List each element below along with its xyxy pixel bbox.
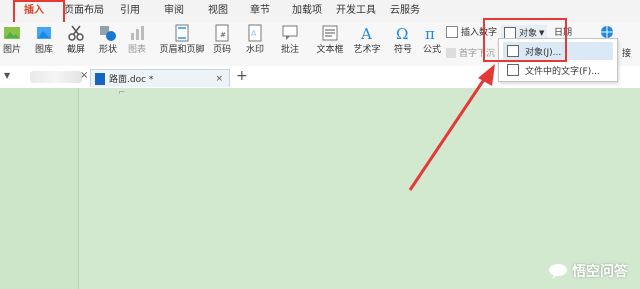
screenshot-button[interactable]: 截屏: [62, 24, 90, 56]
tab-close-icon[interactable]: ×: [215, 74, 223, 84]
svg-text:#: #: [220, 31, 226, 39]
picture-button[interactable]: 图片: [0, 24, 24, 56]
shapes-icon: [100, 26, 116, 41]
tab-developer[interactable]: 开发工具: [336, 4, 376, 18]
watermark-label: 水印: [245, 45, 264, 55]
triangle-down-icon[interactable]: ▼: [4, 71, 10, 80]
watermark-logo: 悟空问答: [548, 261, 628, 281]
picture-label: 图片: [2, 45, 21, 55]
header-footer-button[interactable]: 页眉和页脚: [158, 24, 206, 56]
blurred-title: [30, 71, 82, 83]
margin-line: [78, 88, 79, 289]
page-margin: [0, 88, 78, 289]
svg-text:A: A: [360, 25, 372, 42]
shapes-button[interactable]: 形状: [94, 24, 122, 56]
formula-button[interactable]: π 公式: [420, 24, 444, 56]
symbol-label: 符号: [393, 45, 412, 55]
textbox-icon: [322, 25, 338, 41]
watermark-button[interactable]: A 水印: [240, 24, 270, 56]
svg-text:A: A: [251, 29, 257, 38]
omega-icon: Ω: [396, 25, 408, 42]
watermark-icon: A: [248, 24, 262, 42]
close-icon[interactable]: ×: [80, 70, 88, 81]
gallery-button[interactable]: 图库: [30, 24, 58, 56]
wordart-icon: A: [360, 25, 372, 42]
new-tab-button[interactable]: +: [236, 68, 248, 84]
chat-bubble-icon: [549, 264, 567, 279]
tab-section[interactable]: 章节: [250, 4, 270, 18]
page-number-label: 页码: [212, 45, 231, 55]
comment-button[interactable]: 批注: [278, 24, 302, 56]
tab-cloud[interactable]: 云服务: [390, 4, 420, 18]
tab-document[interactable]: 路面.doc * ×: [90, 69, 230, 87]
partial-button[interactable]: 接: [622, 46, 631, 59]
chart-icon: [131, 26, 144, 40]
word-doc-icon: [95, 72, 105, 85]
gallery-icon: [37, 27, 51, 39]
menu-item-text-from-file[interactable]: 文件中的文字(F)...: [503, 61, 613, 79]
ruler-marker-icon: ⌐: [118, 88, 126, 98]
number-icon: [446, 25, 458, 38]
page-number-icon: #: [215, 24, 229, 42]
header-footer-label: 页眉和页脚: [159, 45, 205, 55]
tab-review[interactable]: 审阅: [164, 4, 184, 18]
globe-icon[interactable]: [600, 25, 614, 39]
textbox-label: 文本框: [316, 45, 344, 55]
shapes-label: 形状: [98, 45, 117, 55]
wordart-button[interactable]: A 艺术字: [352, 24, 382, 56]
annotation-arrow: [408, 64, 495, 191]
tab-addins[interactable]: 加载项: [292, 4, 322, 18]
gallery-label: 图库: [34, 45, 53, 55]
document-canvas[interactable]: ⌐: [0, 88, 640, 289]
tab-view[interactable]: 视图: [208, 4, 228, 18]
pi-icon: π: [425, 25, 435, 42]
chart-label: 图表: [127, 45, 146, 55]
annotation-box-object: [483, 18, 567, 62]
textbox-button[interactable]: 文本框: [312, 24, 348, 56]
comment-icon: [282, 25, 298, 40]
picture-icon: [4, 27, 20, 39]
page-number-button[interactable]: # 页码: [208, 24, 236, 56]
tab-page-layout[interactable]: 页面布局: [64, 4, 104, 18]
drop-cap-icon: [446, 47, 456, 58]
symbol-button[interactable]: Ω 符号: [388, 24, 418, 56]
chart-button[interactable]: 图表: [124, 24, 150, 56]
screenshot-label: 截屏: [66, 45, 85, 55]
header-footer-icon: [175, 24, 189, 42]
comment-label: 批注: [280, 45, 299, 55]
watermark-text: 悟空问答: [572, 264, 628, 280]
document-tab-label: 路面.doc *: [109, 75, 154, 85]
scissors-icon: [68, 25, 84, 41]
menu-item-text-from-file-label: 文件中的文字(F)...: [525, 66, 600, 77]
formula-label: 公式: [422, 45, 441, 55]
wordart-label: 艺术字: [353, 45, 381, 55]
partial-label: 接: [622, 49, 632, 59]
tab-references[interactable]: 引用: [120, 4, 140, 18]
svg-text:Ω: Ω: [396, 25, 408, 42]
svg-text:π: π: [425, 25, 435, 42]
